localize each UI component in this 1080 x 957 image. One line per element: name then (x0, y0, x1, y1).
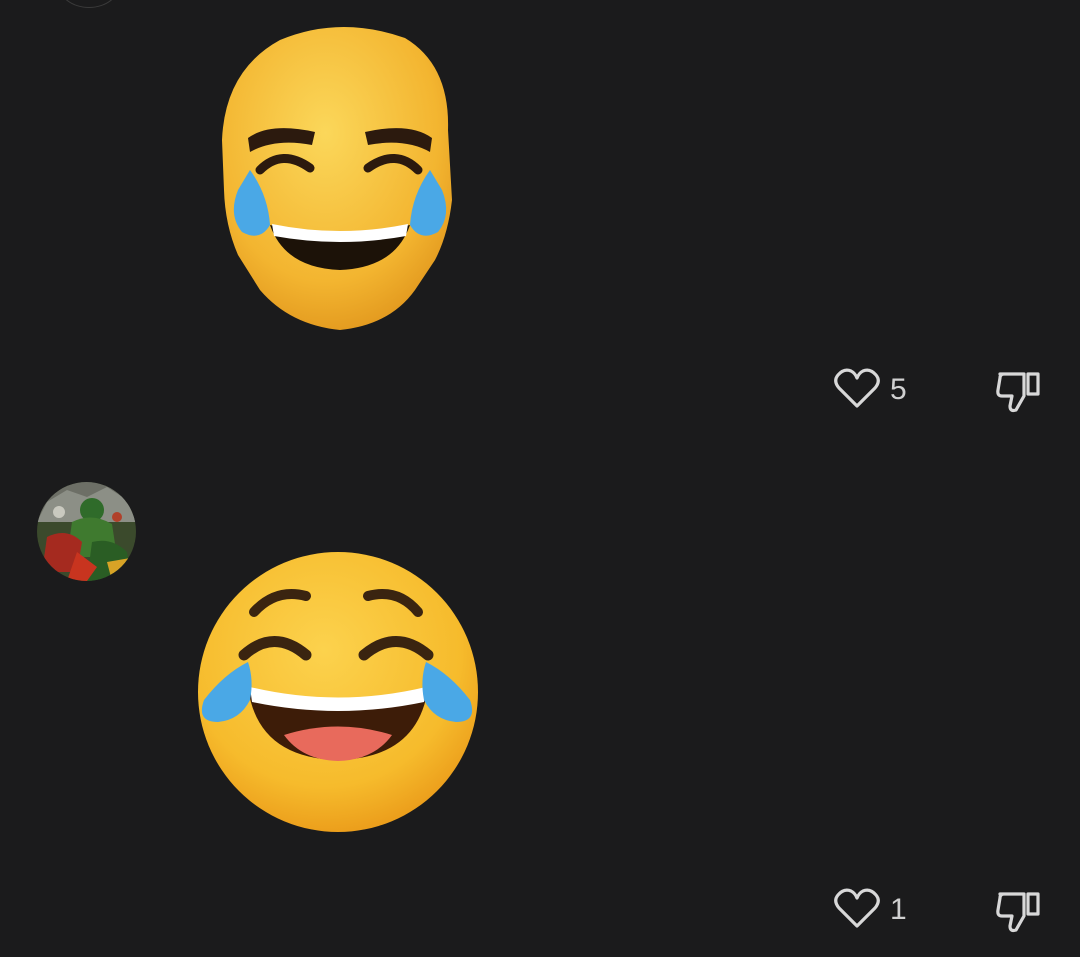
like-count: 5 (890, 373, 907, 406)
trollface-laughing-sticker (220, 20, 460, 335)
like-button[interactable]: 1 (834, 884, 907, 936)
like-button[interactable]: 5 (834, 364, 907, 416)
user-avatar[interactable] (37, 482, 136, 581)
previous-avatar-edge (58, 0, 120, 8)
comic-art-avatar-image (37, 482, 136, 581)
thumbs-down-icon (994, 892, 1044, 940)
heart-outline-icon (834, 887, 880, 934)
comment-2-actions: 1 (834, 884, 1054, 936)
comments-screen: 5 1 (0, 0, 1080, 957)
dislike-button[interactable] (994, 366, 1044, 421)
heart-outline-icon (834, 367, 880, 414)
comment-1-actions: 5 (834, 364, 1054, 416)
like-count: 1 (890, 893, 907, 926)
thumbs-down-icon (994, 372, 1044, 420)
dislike-button[interactable] (994, 886, 1044, 941)
face-with-tears-of-joy-sticker (196, 550, 481, 835)
